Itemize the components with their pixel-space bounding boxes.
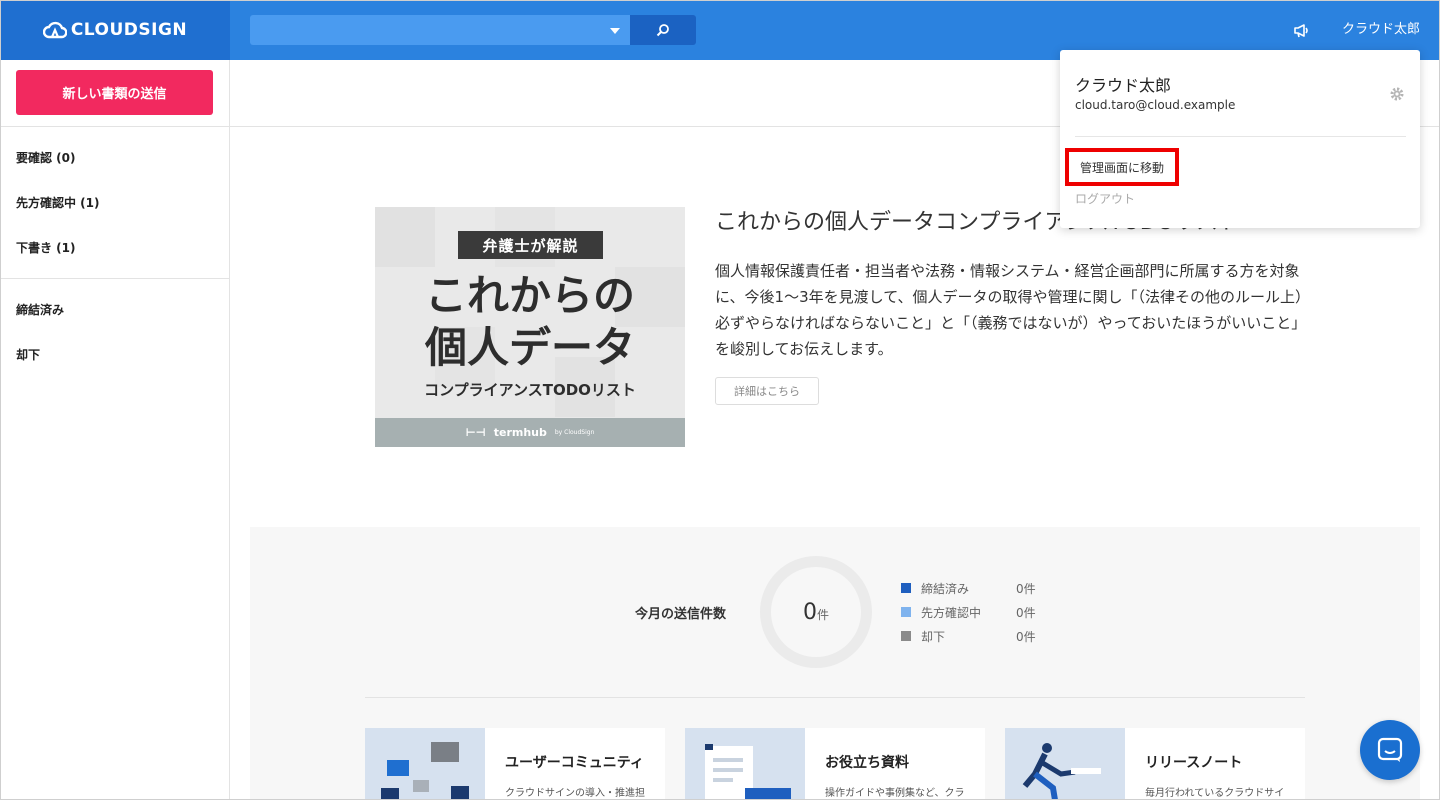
- sidebar-item-needs-review[interactable]: 要確認 (0): [16, 150, 76, 166]
- admin-console-link[interactable]: 管理画面に移動: [1065, 148, 1179, 186]
- sidebar-item-rejected[interactable]: 却下: [16, 347, 40, 363]
- card-title: お役立ち資料: [825, 755, 909, 771]
- sidebar-item-concluded[interactable]: 締結済み: [16, 302, 64, 318]
- dropdown-user-name: クラウド太郎: [1075, 76, 1172, 95]
- stats-divider: [365, 697, 1305, 698]
- legend-swatch: [901, 607, 911, 617]
- legend-label: 却下: [921, 629, 946, 644]
- card-text: 毎月行われているクラウドサイ: [1145, 788, 1285, 799]
- details-button[interactable]: 詳細はこちら: [715, 377, 819, 405]
- search-input[interactable]: [250, 15, 630, 45]
- search-button[interactable]: [630, 15, 696, 45]
- banner-image-tag: 弁護士が解説: [458, 231, 603, 259]
- legend-value: 0件: [1016, 629, 1036, 644]
- chat-icon: [1377, 737, 1403, 762]
- card-thumbnail: [685, 728, 805, 800]
- cloud-logo-icon: [42, 21, 67, 39]
- running-person-illustration-icon: [1022, 743, 1101, 800]
- sent-count-unit: 件: [816, 608, 829, 622]
- chat-bubbles-illustration-icon: [381, 742, 469, 800]
- new-document-button[interactable]: 新しい書類の送信: [16, 70, 213, 115]
- termhub-logo-icon: ⊢⊣: [465, 426, 486, 439]
- banner-image-subtitle: コンプライアンスTODOリスト: [424, 381, 636, 399]
- banner-description: 個人情報保護責任者・担当者や法務・情報システム・経営企画部門に所属する方を対象に…: [715, 262, 1303, 358]
- banner-image-footer: ⊢⊣ termhub by CloudSign: [375, 418, 685, 447]
- card-text: クラウドサインの導入・推進担: [505, 788, 645, 799]
- legend-value: 0件: [1016, 605, 1036, 620]
- sidebar-item-drafts[interactable]: 下書き (1): [16, 240, 76, 256]
- legend-label: 締結済み: [921, 581, 970, 596]
- card-thumbnail: [365, 728, 485, 800]
- logo-text: CLOUDSIGN: [70, 20, 188, 40]
- chat-launcher-button[interactable]: [1360, 720, 1420, 780]
- dropdown-user-email: cloud.taro@cloud.example: [1075, 98, 1236, 112]
- legend-item: 締結済み 0件: [901, 580, 1036, 596]
- user-menu-toggle[interactable]: クラウド太郎: [1342, 20, 1420, 40]
- card-resources[interactable]: お役立ち資料 操作ガイドや事例集など、クラ: [685, 728, 985, 800]
- legend-value: 0件: [1016, 581, 1036, 596]
- banner-image-line2: 個人データ: [424, 323, 635, 372]
- card-thumbnail: [1005, 728, 1125, 800]
- user-dropdown: クラウド太郎 cloud.taro@cloud.example 管理画面に移動 …: [1060, 50, 1420, 228]
- card-title: ユーザーコミュニティ: [505, 755, 644, 771]
- logo[interactable]: CLOUDSIGN: [0, 0, 230, 60]
- sent-count-number: 0: [802, 600, 817, 625]
- sidebar-divider: [0, 278, 230, 279]
- banner-brand-by: by CloudSign: [554, 429, 595, 436]
- search-icon: [656, 24, 669, 37]
- card-title: リリースノート: [1145, 755, 1243, 771]
- legend-swatch: [901, 631, 911, 641]
- logout-link[interactable]: ログアウト: [1075, 190, 1135, 207]
- card-user-community[interactable]: ユーザーコミュニティ クラウドサインの導入・推進担: [365, 728, 665, 800]
- chevron-down-icon[interactable]: [610, 28, 620, 34]
- documents-illustration-icon: [705, 744, 791, 800]
- sent-count-value: 0件: [760, 600, 872, 625]
- gear-icon[interactable]: [1389, 86, 1405, 102]
- sidebar-divider: [0, 126, 230, 127]
- sidebar-item-awaiting-counterparty[interactable]: 先方確認中 (1): [16, 195, 100, 211]
- legend-label: 先方確認中: [921, 605, 982, 620]
- monthly-sent-label: 今月の送信件数: [635, 607, 727, 622]
- legend-item: 先方確認中 0件: [901, 604, 1036, 620]
- banner-brand: termhub: [493, 426, 547, 439]
- sidebar: 新しい書類の送信 要確認 (0) 先方確認中 (1) 下書き (1) 締結済み …: [0, 60, 230, 800]
- banner-image-line1: これからの: [424, 271, 635, 320]
- dropdown-divider: [1075, 136, 1406, 137]
- card-release-notes[interactable]: リリースノート 毎月行われているクラウドサイ: [1005, 728, 1305, 800]
- banner-image[interactable]: 弁護士が解説 これからの 個人データ コンプライアンスTODOリスト ⊢⊣ te…: [375, 207, 685, 447]
- legend-swatch: [901, 583, 911, 593]
- megaphone-icon[interactable]: [1292, 20, 1312, 40]
- legend-item: 却下 0件: [901, 628, 1036, 644]
- card-text: 操作ガイドや事例集など、クラ: [825, 788, 965, 799]
